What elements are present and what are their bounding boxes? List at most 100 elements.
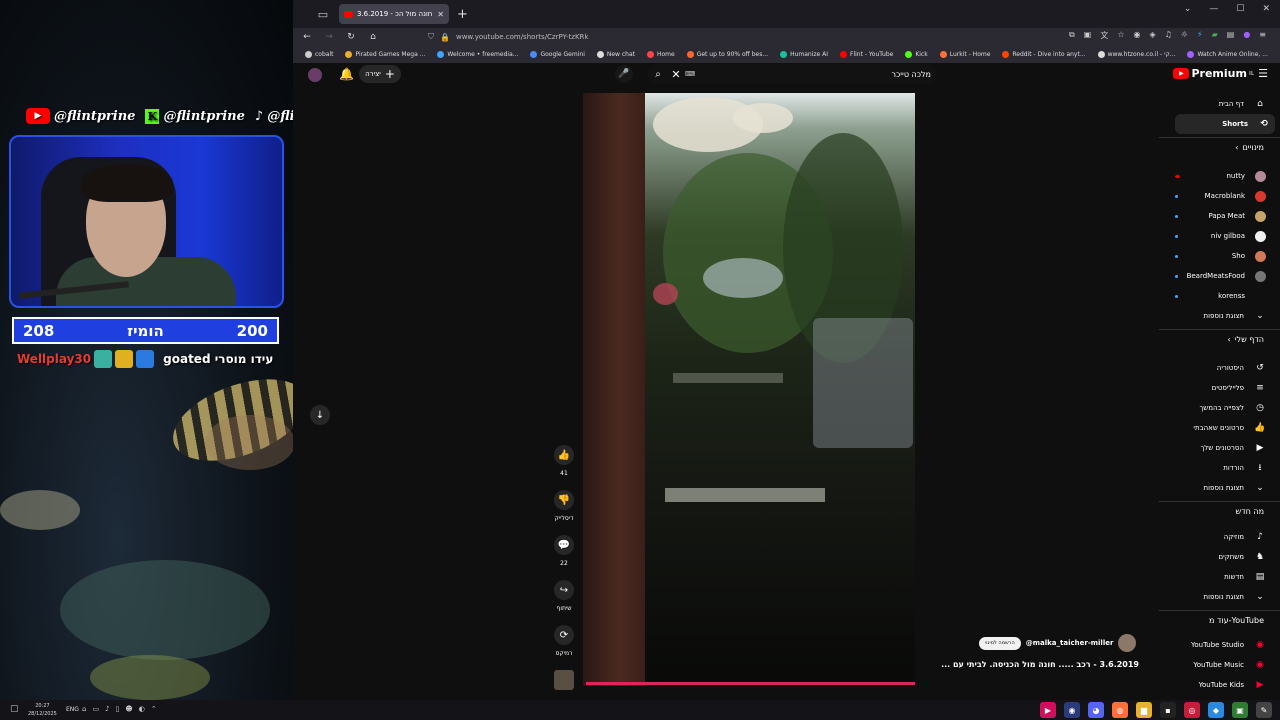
- tab-active[interactable]: 3.6.2019 - רכב ..... חונה מול הכ ✕: [339, 4, 449, 24]
- sidebar-item[interactable]: חדשות ▤: [1179, 567, 1271, 587]
- bookmark-item[interactable]: Get up to 90% off bes...: [686, 51, 768, 58]
- bookmark-item[interactable]: Welcome • freemedia...: [437, 51, 518, 58]
- chevron-down-icon[interactable]: ⌄: [1184, 4, 1192, 14]
- sidebar-item-home[interactable]: דף הבית ⌂: [1179, 94, 1271, 114]
- youtube-premium-logo[interactable]: ▶ Premium IL: [1173, 67, 1254, 80]
- search-input[interactable]: [695, 69, 937, 79]
- extension-icon[interactable]: ▰: [1212, 30, 1218, 41]
- forward-icon[interactable]: →: [323, 32, 335, 42]
- create-button[interactable]: יצירה +: [359, 65, 401, 83]
- address-bar[interactable]: ⛉ 🔒 www.youtube.com/shorts/CzrPY-tzKRk: [428, 30, 1028, 44]
- reload-icon[interactable]: ↻: [345, 32, 357, 42]
- sidebar-item[interactable]: פלייליסטים ≡: [1179, 378, 1271, 398]
- hamburger-menu-icon[interactable]: ☰: [1258, 67, 1268, 80]
- app-icon[interactable]: ◆: [1208, 702, 1224, 718]
- keyboard-icon[interactable]: ⌨: [685, 70, 695, 78]
- remix-icon[interactable]: ⟳: [554, 625, 574, 645]
- sidebar-subscription[interactable]: korenss: [1179, 286, 1271, 306]
- language-indicator[interactable]: ENG: [66, 706, 79, 713]
- channel-handle[interactable]: @malka_taicher-miller: [1026, 639, 1114, 647]
- minimize-icon[interactable]: —: [1209, 4, 1218, 14]
- file-explorer-icon[interactable]: ▆: [1136, 702, 1152, 718]
- like-icon[interactable]: 👍: [554, 445, 574, 465]
- sidebar-subscription[interactable]: BeardMeatsFood: [1179, 266, 1271, 286]
- menu-icon[interactable]: ≡: [1259, 30, 1266, 41]
- sidebar-subscription[interactable]: Sho: [1179, 246, 1271, 266]
- extension-icon[interactable]: ☼: [1181, 30, 1188, 41]
- video-progress-bar[interactable]: [586, 682, 915, 685]
- bookmark-item[interactable]: Home: [646, 51, 675, 58]
- account-icon[interactable]: ◉: [1133, 30, 1140, 41]
- sidebar-item[interactable]: סרטונים שאהבתי 👍: [1179, 418, 1271, 438]
- sidebar-item[interactable]: YouTube Music ◉: [1179, 655, 1271, 675]
- sidebar-subscription[interactable]: niv gilboa: [1179, 226, 1271, 246]
- subscriptions-header[interactable]: ‹ מינויים: [1235, 143, 1264, 152]
- sidebar-subscription[interactable]: nutty: [1179, 166, 1271, 186]
- app-icon[interactable]: ◎: [1184, 702, 1200, 718]
- chevron-up-icon[interactable]: ⌃: [151, 705, 157, 713]
- close-window-icon[interactable]: ✕: [1262, 4, 1270, 14]
- tray-icon[interactable]: ◐: [139, 705, 145, 713]
- sidebar-item[interactable]: משחקים ♞: [1179, 547, 1271, 567]
- shorts-video-player[interactable]: [583, 93, 915, 686]
- bookmark-item[interactable]: Pirated Games Mega ...: [345, 51, 425, 58]
- translate-icon[interactable]: 文: [1100, 30, 1108, 41]
- show-more-explore[interactable]: תצוגת נוספות ⌄: [1179, 587, 1271, 607]
- sidebar-subscription[interactable]: Macroblank: [1179, 186, 1271, 206]
- app-icon[interactable]: ▣: [1232, 702, 1248, 718]
- bookmark-item[interactable]: New chat: [596, 51, 635, 58]
- sidebar-item[interactable]: YouTube Studio ◉: [1179, 635, 1271, 655]
- battery-icon[interactable]: ▯: [116, 705, 120, 713]
- bookmark-star-icon[interactable]: ☆: [1117, 30, 1124, 41]
- video-title[interactable]: 3.6.2019 - רכב ..... חונה מול הכניסה. לב…: [934, 660, 1139, 669]
- bookmark-item[interactable]: Google Gemini: [530, 51, 585, 58]
- app-icon[interactable]: ✎: [1256, 702, 1272, 718]
- extension-icon[interactable]: ♫: [1165, 30, 1172, 41]
- sound-thumbnail[interactable]: [554, 670, 574, 690]
- close-icon[interactable]: ✕: [437, 10, 444, 19]
- new-tab-icon[interactable]: +: [457, 7, 468, 22]
- firefox-icon[interactable]: ◍: [1112, 702, 1128, 718]
- sidebar-item-shorts[interactable]: Shorts ⟲: [1175, 114, 1275, 134]
- bookmark-item[interactable]: Humanize AI: [780, 51, 828, 58]
- channel-avatar[interactable]: [1118, 634, 1137, 652]
- sidebar-item[interactable]: היסטוריה ↺: [1179, 358, 1271, 378]
- sidebar-subscription[interactable]: Papa Meat: [1179, 206, 1271, 226]
- back-icon[interactable]: ←: [301, 32, 313, 42]
- sidebar-item[interactable]: הסרטונים שלך ▶: [1179, 438, 1271, 458]
- tray-icon[interactable]: ☻: [125, 705, 132, 713]
- subscribe-button[interactable]: הרשמה למינוי: [979, 636, 1021, 650]
- notifications-bell-icon[interactable]: 🔔: [339, 67, 354, 81]
- display-icon[interactable]: ▭: [92, 705, 99, 713]
- account-avatar[interactable]: [308, 68, 322, 82]
- share-icon[interactable]: ↪: [554, 580, 574, 600]
- home-icon[interactable]: ⌂: [367, 32, 379, 42]
- extension-icon[interactable]: ◈: [1149, 30, 1155, 41]
- maximize-icon[interactable]: ☐: [1236, 4, 1244, 14]
- bookmark-item[interactable]: Kick: [905, 51, 928, 58]
- bookmark-item[interactable]: Flint - YouTube: [840, 51, 893, 58]
- voice-search-icon[interactable]: 🎤: [615, 65, 633, 83]
- tab-list-icon[interactable]: ▭: [313, 4, 333, 24]
- steam-icon[interactable]: ◉: [1064, 702, 1080, 718]
- bookmark-item[interactable]: Watch Anime Online, ...: [1187, 51, 1268, 58]
- extension-icon[interactable]: ⚡: [1197, 30, 1203, 41]
- bookmark-item[interactable]: cobalt: [305, 51, 333, 58]
- you-section-header[interactable]: ‹ הדף שלי: [1228, 335, 1264, 344]
- show-more-subscriptions[interactable]: תצוגת נוספות ⌄: [1179, 306, 1271, 326]
- extension-icon[interactable]: ▣: [1084, 30, 1092, 41]
- bookmark-item[interactable]: www.htzone.co.il - קי...: [1097, 51, 1175, 58]
- comments-icon[interactable]: 💬: [554, 535, 574, 555]
- extension-icon[interactable]: ●: [1243, 30, 1250, 41]
- sidebar-item[interactable]: לצפייה בהמשך ◷: [1179, 398, 1271, 418]
- app-icon[interactable]: ▪: [1160, 702, 1176, 718]
- extension-icon[interactable]: ⧉: [1069, 30, 1075, 41]
- bookmark-item[interactable]: Reddit - Dive into anyt...: [1002, 51, 1086, 58]
- dislike-icon[interactable]: 👎: [554, 490, 574, 510]
- volume-icon[interactable]: ♪: [105, 705, 109, 713]
- notification-icon[interactable]: ▢: [10, 704, 19, 714]
- discord-icon[interactable]: ◕: [1088, 702, 1104, 718]
- sidebar-item[interactable]: מוזיקה ♪: [1179, 527, 1271, 547]
- sidebar-item[interactable]: YouTube Kids ▶: [1179, 675, 1271, 695]
- extension-icon[interactable]: ▤: [1227, 30, 1235, 41]
